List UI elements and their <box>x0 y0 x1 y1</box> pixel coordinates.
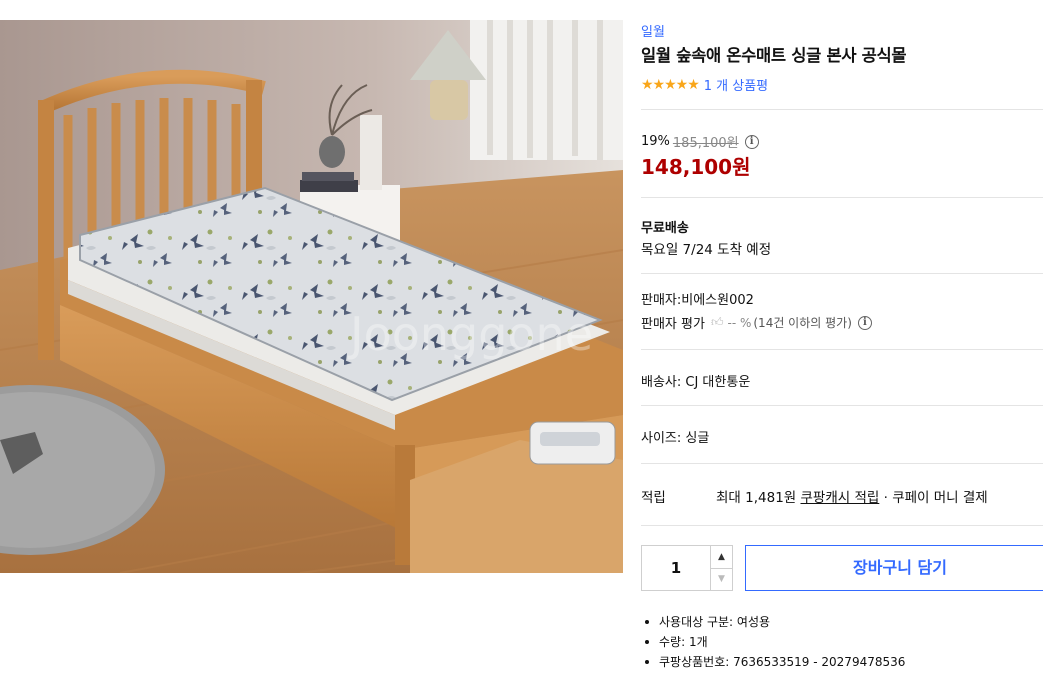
bullet-icon <box>645 620 649 624</box>
rating-stars-icon: ★★★★★ <box>641 76 700 93</box>
bullet-icon <box>645 640 649 644</box>
seller-eval-label: 판매자 평가 <box>641 317 705 332</box>
sale-price: 148,100원 <box>641 155 751 179</box>
thumbs-up-icon: 👍︎ <box>710 315 724 329</box>
product-image[interactable]: Joonggone <box>0 20 623 573</box>
rewards-tail: · 쿠페이 머니 결제 <box>883 490 988 506</box>
add-to-cart-button[interactable]: 장바구니 담기 <box>745 545 1043 591</box>
attribute-text: 사용대상 구분: 여성용 <box>659 615 771 629</box>
info-icon[interactable]: i <box>857 315 872 330</box>
attribute-text: 수량: 1개 <box>659 635 708 649</box>
original-price-row: 19% 185,100원 i <box>641 132 759 151</box>
product-photo-illustration: Joonggone <box>0 20 623 573</box>
attribute-item: 쿠팡상품번호: 7636533519 - 20279478536 <box>645 652 905 672</box>
seller-evaluation-row: 판매자 평가 👍︎ -- % (14건 이하의 평가) i <box>641 313 872 332</box>
rating-row: ★★★★★ 1 개 상품평 <box>641 75 768 95</box>
product-title: 일월 숲속애 온수매트 싱글 본사 공식몰 <box>641 46 907 65</box>
attribute-item: 사용대상 구분: 여성용 <box>645 612 905 632</box>
seller-name[interactable]: 판매자:비에스원002 <box>641 289 754 308</box>
divider <box>641 273 1043 274</box>
free-shipping-label: 무료배송 <box>641 221 689 236</box>
seller-eval-value: -- % <box>727 315 752 330</box>
bullet-icon <box>645 660 649 664</box>
rewards-row: 적립 최대 1,481원 쿠팡캐시 적립 · 쿠페이 머니 결제 <box>641 486 988 506</box>
coupang-cash-link[interactable]: 쿠팡캐시 적립 <box>801 490 880 506</box>
product-info-panel: 일월 일월 숲속애 온수매트 싱글 본사 공식몰 ★★★★★ 1 개 상품평 1… <box>641 0 1043 687</box>
carrier-info: 배송사: CJ 대한통운 <box>641 375 751 390</box>
rewards-text: 최대 1,481원 쿠팡캐시 적립 · 쿠페이 머니 결제 <box>716 486 988 506</box>
original-price: 185,100원 <box>672 136 739 151</box>
svg-text:Joonggone: Joonggone <box>347 307 593 361</box>
rewards-max: 최대 1,481원 <box>716 490 797 506</box>
divider <box>641 525 1043 526</box>
attribute-item: 수량: 1개 <box>645 632 905 652</box>
divider <box>641 197 1043 198</box>
quantity-buttons: ▲ ▼ <box>710 546 732 590</box>
attribute-text: 쿠팡상품번호: 7636533519 - 20279478536 <box>659 655 906 669</box>
divider <box>641 405 1043 406</box>
divider <box>641 109 1043 110</box>
size-option[interactable]: 사이즈: 싱글 <box>641 427 709 446</box>
quantity-input[interactable] <box>642 546 710 590</box>
arrival-date: 목요일 7/24 도착 예정 <box>641 242 772 258</box>
seller-eval-note: (14건 이하의 평가) <box>753 316 852 330</box>
divider <box>641 463 1043 464</box>
discount-rate: 19% <box>641 134 670 149</box>
product-attributes: 사용대상 구분: 여성용 수량: 1개 쿠팡상품번호: 7636533519 -… <box>645 612 905 672</box>
brand-link[interactable]: 일월 <box>641 21 665 40</box>
rewards-label: 적립 <box>641 490 666 506</box>
divider <box>641 349 1043 350</box>
info-icon[interactable]: i <box>744 134 759 149</box>
review-count-link[interactable]: 1 개 상품평 <box>704 75 768 94</box>
quantity-stepper: ▲ ▼ <box>641 545 733 591</box>
chevron-up-icon[interactable]: ▲ <box>711 546 732 568</box>
chevron-down-icon[interactable]: ▼ <box>711 567 732 591</box>
